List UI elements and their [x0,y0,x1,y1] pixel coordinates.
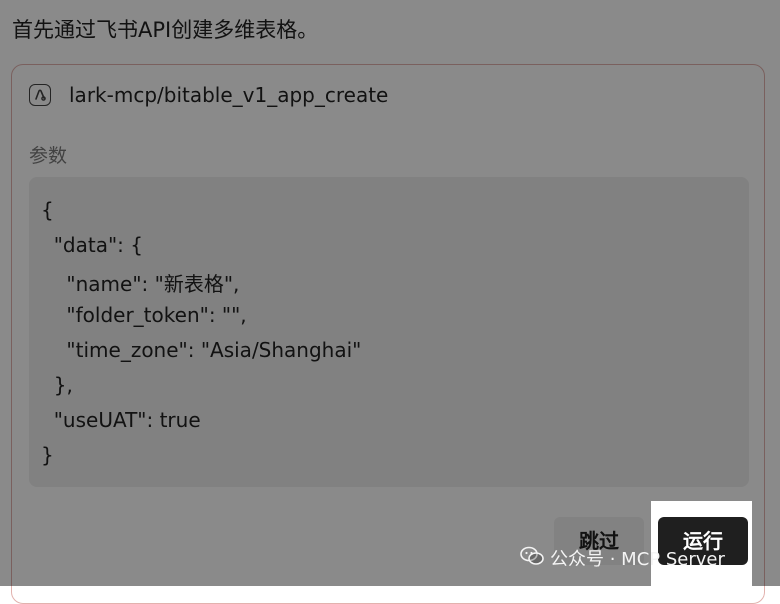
code-line: "time_zone": "Asia/Shanghai" [41,338,362,362]
code-line: "folder_token": "", [41,303,247,327]
code-line: "useUAT": true [41,408,201,432]
code-line: } [41,443,54,467]
tool-name: lark-mcp/bitable_v1_app_create [69,83,389,107]
tool-link-icon [29,84,51,106]
code-line: "name": "新表格", [41,272,240,296]
params-label: 参数 [29,145,68,167]
code-line: "data": { [41,233,143,257]
tool-header: lark-mcp/bitable_v1_app_create [29,83,388,107]
tool-call-card: lark-mcp/bitable_v1_app_create 参数 { "dat… [11,64,765,604]
code-line: { [41,198,54,222]
skip-button[interactable]: 跳过 [554,517,644,565]
intro-text: 首先通过飞书API创建多维表格。 [12,18,319,42]
run-button[interactable]: 运行 [658,517,748,565]
params-code-block: { "data": { "name": "新表格", "folder_token… [29,177,749,487]
code-line: }, [41,373,73,397]
